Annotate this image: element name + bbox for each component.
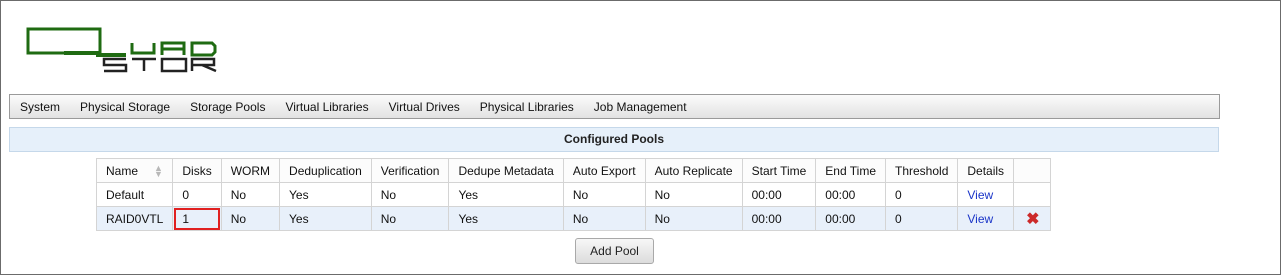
view-details-link[interactable]: View — [967, 212, 993, 226]
column-header-dedupe-metadata: Dedupe Metadata — [448, 158, 564, 183]
pools-table: Name ▲ ▼ Disks WORM Deduplication Verifica… — [95, 158, 1052, 231]
cell-disks-highlighted: 1 — [172, 206, 222, 231]
column-header-auto-export: Auto Export — [562, 158, 646, 183]
sort-icon[interactable]: ▲ ▼ — [154, 164, 163, 179]
cell-start-time: 00:00 — [741, 182, 817, 207]
column-header-name[interactable]: Name ▲ ▼ — [95, 158, 174, 183]
cell-details: View — [957, 182, 1015, 207]
cell-auto-export: No — [562, 182, 646, 207]
table-header-row: Name ▲ ▼ Disks WORM Deduplication Verifica… — [95, 158, 1052, 183]
column-header-disks: Disks — [172, 158, 222, 183]
column-header-auto-replicate: Auto Replicate — [644, 158, 743, 183]
column-header-verification: Verification — [370, 158, 450, 183]
cell-actions — [1013, 182, 1052, 207]
cell-deduplication: Yes — [279, 206, 372, 231]
nav-item-system[interactable]: System — [10, 100, 70, 114]
nav-item-virtual-libraries[interactable]: Virtual Libraries — [275, 100, 378, 114]
cell-dedupe-metadata: Yes — [448, 206, 564, 231]
nav-item-physical-libraries[interactable]: Physical Libraries — [470, 100, 584, 114]
cell-name: RAID0VTL — [95, 206, 174, 231]
column-header-threshold: Threshold — [884, 158, 959, 183]
table-row: Default 0 No Yes No Yes No No 00:00 00:0… — [95, 182, 1052, 207]
cell-verification: No — [370, 182, 450, 207]
column-header-deduplication: Deduplication — [279, 158, 372, 183]
column-header-start-time: Start Time — [741, 158, 817, 183]
cell-start-time: 00:00 — [741, 206, 817, 231]
cell-deduplication: Yes — [279, 182, 372, 207]
cell-end-time: 00:00 — [815, 206, 886, 231]
column-header-worm: WORM — [220, 158, 281, 183]
cell-auto-replicate: No — [644, 206, 743, 231]
column-header-actions — [1013, 158, 1052, 183]
column-header-end-time: End Time — [815, 158, 886, 183]
quadstor-logo — [26, 27, 246, 73]
cell-end-time: 00:00 — [815, 182, 886, 207]
column-header-label: Name — [106, 163, 139, 178]
page-frame: System Physical Storage Storage Pools Vi… — [0, 0, 1281, 275]
nav-item-storage-pools[interactable]: Storage Pools — [180, 100, 275, 114]
cell-verification: No — [370, 206, 450, 231]
view-details-link[interactable]: View — [967, 188, 993, 202]
cell-auto-export: No — [562, 206, 646, 231]
delete-x-icon[interactable]: ✖ — [1026, 209, 1039, 229]
nav-item-job-management[interactable]: Job Management — [584, 100, 697, 114]
nav-item-physical-storage[interactable]: Physical Storage — [70, 100, 180, 114]
column-header-details: Details — [957, 158, 1015, 183]
cell-auto-replicate: No — [644, 182, 743, 207]
nav-item-virtual-drives[interactable]: Virtual Drives — [379, 100, 470, 114]
cell-disks: 0 — [172, 182, 222, 207]
add-pool-button[interactable]: Add Pool — [575, 238, 654, 264]
cell-threshold: 0 — [884, 206, 959, 231]
cell-actions: ✖ — [1013, 206, 1052, 231]
cell-worm: No — [220, 206, 281, 231]
cell-worm: No — [220, 182, 281, 207]
main-nav: System Physical Storage Storage Pools Vi… — [9, 94, 1220, 119]
cell-details: View — [957, 206, 1015, 231]
cell-name: Default — [95, 182, 174, 207]
section-title: Configured Pools — [9, 127, 1219, 152]
table-row: RAID0VTL 1 No Yes No Yes No No 00:00 00:… — [95, 206, 1052, 231]
cell-dedupe-metadata: Yes — [448, 182, 564, 207]
cell-threshold: 0 — [884, 182, 959, 207]
